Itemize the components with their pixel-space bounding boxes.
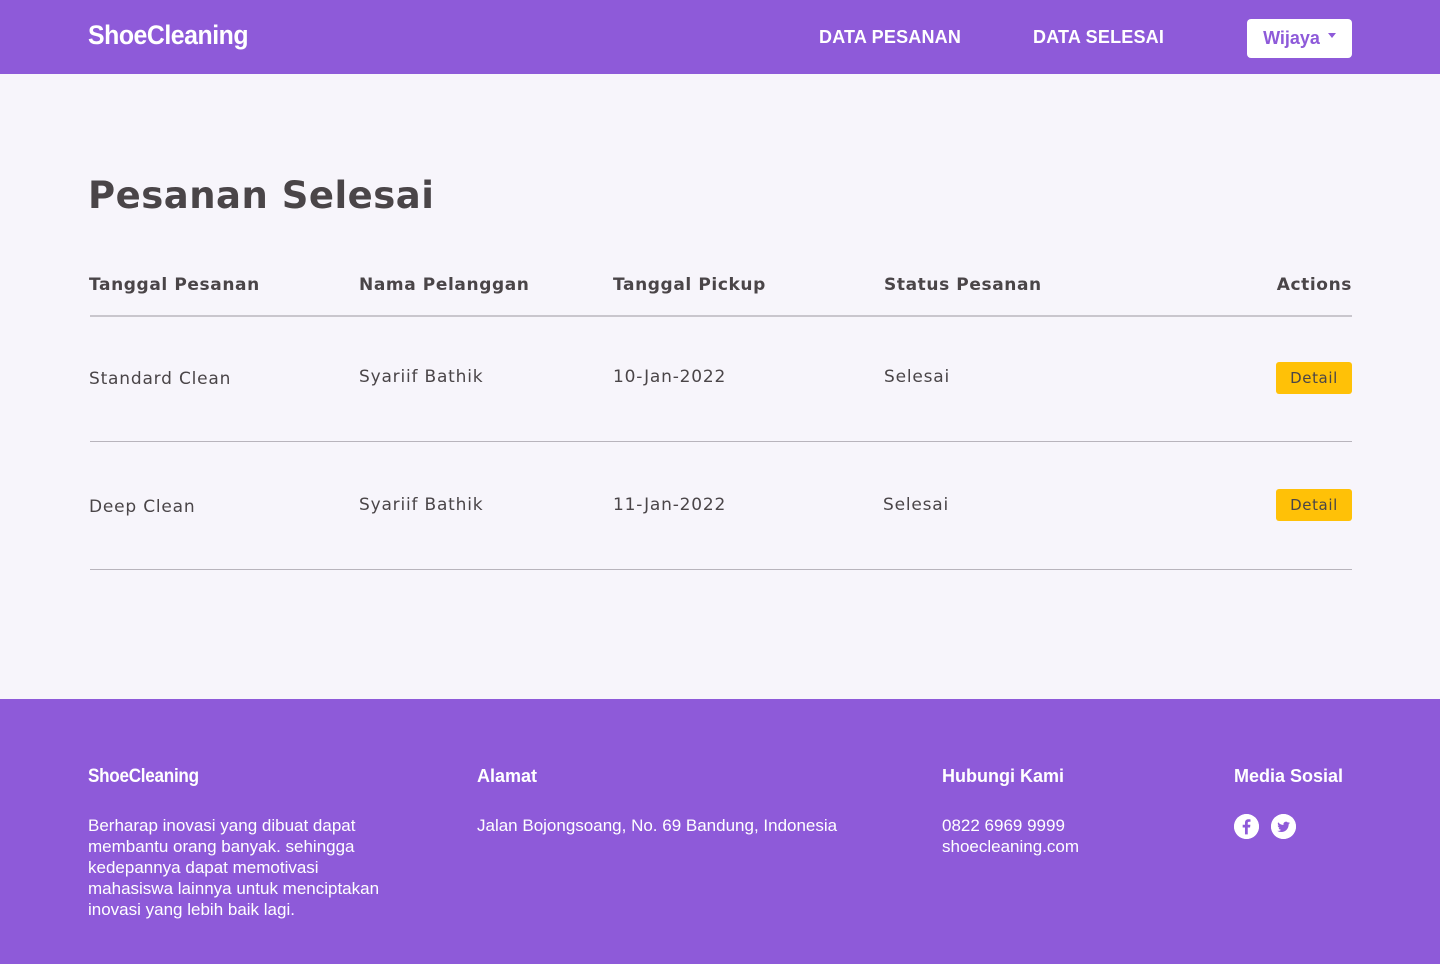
- table-cell-status: Selesai: [884, 367, 951, 387]
- nav-link-data-pesanan[interactable]: DATA PESANAN: [819, 27, 961, 48]
- column-header-tanggal-pesanan: Tanggal Pesanan: [89, 275, 260, 295]
- detail-button[interactable]: Detail: [1276, 489, 1352, 521]
- table-cell-service: Deep Clean: [89, 497, 196, 517]
- table-cell-service: Standard Clean: [89, 369, 232, 389]
- user-name: Wijaya: [1263, 28, 1320, 48]
- footer-heading-media-sosial: Media Sosial: [1234, 766, 1344, 786]
- nav-link-data-selesai[interactable]: DATA SELESAI: [1033, 27, 1164, 48]
- table-cell-pickup-date: 11-Jan-2022: [613, 495, 727, 515]
- table-cell-pickup-date: 10-Jan-2022: [613, 367, 727, 387]
- footer-heading-hubungi-kami: Hubungi Kami: [942, 766, 1064, 786]
- user-dropdown[interactable]: Wijaya: [1247, 19, 1352, 58]
- navbar: ShoeCleaning DATA PESANAN DATA SELESAI W…: [0, 0, 1440, 74]
- social-link-facebook[interactable]: [1234, 814, 1259, 839]
- column-header-nama-pelanggan: Nama Pelanggan: [359, 275, 530, 295]
- footer-website-link[interactable]: shoecleaning.com: [942, 836, 1079, 857]
- table-header-divider: [90, 315, 1352, 317]
- brand-logo[interactable]: ShoeCleaning: [88, 20, 249, 51]
- column-header-status-pesanan: Status Pesanan: [884, 275, 1042, 295]
- social-link-twitter[interactable]: [1271, 814, 1296, 839]
- table-row-divider: [90, 569, 1352, 570]
- footer-phone: 0822 6969 9999: [942, 816, 1065, 835]
- twitter-icon[interactable]: [1271, 814, 1296, 839]
- column-header-tanggal-pickup: Tanggal Pickup: [613, 275, 766, 295]
- caret-down-icon: [1327, 33, 1336, 38]
- detail-button[interactable]: Detail: [1276, 362, 1352, 394]
- page-title: Pesanan Selesai: [88, 174, 435, 217]
- footer-description: Berharap inovasi yang dibuat dapat memba…: [88, 816, 380, 919]
- table-cell-customer: Syariif Bathik: [359, 495, 484, 515]
- footer: ShoeCleaning Alamat Hubungi Kami Media S…: [0, 699, 1440, 964]
- footer-heading-alamat: Alamat: [477, 766, 538, 786]
- column-header-actions: Actions: [1276, 275, 1352, 295]
- footer-brand-logo: ShoeCleaning: [88, 766, 199, 787]
- facebook-icon[interactable]: [1234, 814, 1259, 839]
- footer-address: Jalan Bojongsoang, No. 69 Bandung, Indon…: [477, 816, 838, 835]
- table-cell-status: Selesai: [883, 495, 950, 515]
- table-row-divider: [90, 441, 1352, 442]
- table-cell-customer: Syariif Bathik: [359, 367, 484, 387]
